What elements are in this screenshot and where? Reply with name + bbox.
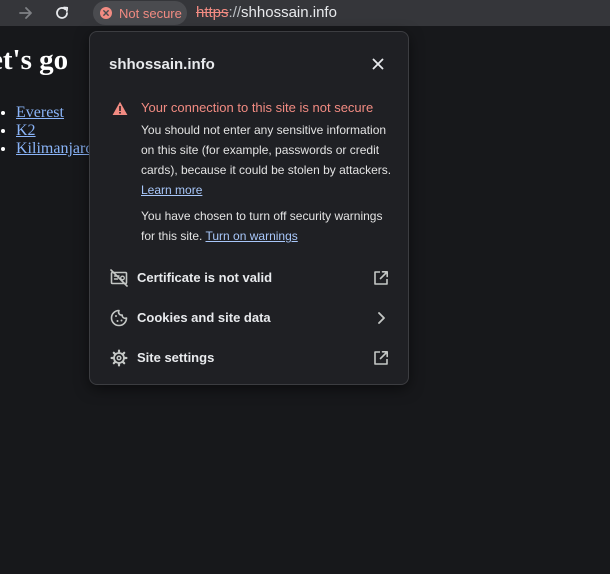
link-everest[interactable]: Everest bbox=[16, 104, 64, 121]
popup-title: shhossain.info bbox=[109, 56, 215, 73]
warning-disabled-note: You have chosen to turn off security war… bbox=[141, 206, 399, 246]
open-external-icon bbox=[372, 269, 390, 287]
browser-toolbar: Not secure https://shhossain.info bbox=[0, 0, 610, 26]
certificate-invalid-icon bbox=[110, 269, 128, 287]
reload-icon bbox=[54, 5, 70, 21]
learn-more-link[interactable]: Learn more bbox=[141, 183, 202, 197]
forward-button[interactable] bbox=[11, 0, 41, 26]
page-link-list: Everest K2 Kilimanjaro bbox=[0, 104, 93, 158]
list-item: K2 bbox=[16, 122, 93, 140]
close-button[interactable] bbox=[368, 56, 388, 76]
warning-text: You should not enter any sensitive infor… bbox=[141, 123, 392, 177]
certificate-row[interactable]: Certificate is not valid bbox=[90, 258, 408, 298]
cookies-label: Cookies and site data bbox=[137, 310, 271, 325]
link-kilimanjaro[interactable]: Kilimanjaro bbox=[16, 140, 93, 157]
reload-button[interactable] bbox=[47, 0, 77, 26]
close-icon bbox=[372, 57, 384, 75]
open-external-icon bbox=[372, 349, 390, 367]
list-item: Everest bbox=[16, 104, 93, 122]
url-separator: :// bbox=[228, 4, 242, 21]
not-secure-label: Not secure bbox=[119, 5, 182, 21]
turn-on-warnings-link[interactable]: Turn on warnings bbox=[205, 229, 297, 243]
error-circle-icon bbox=[100, 7, 112, 19]
security-chip[interactable]: Not secure bbox=[93, 1, 187, 25]
gear-icon bbox=[110, 349, 128, 367]
page-heading: et's go bbox=[0, 44, 69, 76]
warning-triangle-icon bbox=[112, 101, 128, 116]
url-host: shhossain.info bbox=[241, 4, 337, 21]
site-settings-label: Site settings bbox=[137, 350, 215, 365]
list-item: Kilimanjaro bbox=[16, 140, 93, 158]
site-info-popup: shhossain.info Your connection to this s… bbox=[89, 31, 409, 385]
chevron-right-icon bbox=[372, 309, 390, 327]
cookies-row[interactable]: Cookies and site data bbox=[90, 298, 408, 338]
address-bar[interactable]: https://shhossain.info bbox=[196, 4, 337, 22]
link-k2[interactable]: K2 bbox=[16, 122, 36, 139]
certificate-label: Certificate is not valid bbox=[137, 270, 273, 285]
site-settings-row[interactable]: Site settings bbox=[90, 338, 408, 378]
warning-title: Your connection to this site is not secu… bbox=[141, 100, 374, 115]
arrow-forward-icon bbox=[19, 6, 33, 20]
warning-body: You should not enter any sensitive infor… bbox=[141, 120, 399, 200]
url-scheme: https bbox=[196, 4, 229, 21]
cookie-icon bbox=[110, 309, 128, 327]
